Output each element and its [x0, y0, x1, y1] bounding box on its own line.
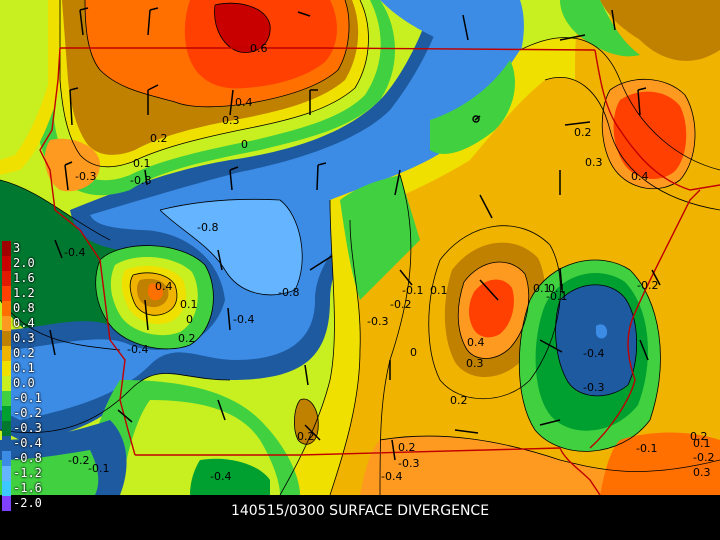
contour-label: -0.2 — [68, 454, 89, 467]
legend-entry: -1.6 — [2, 481, 62, 496]
legend-entry: 3 — [2, 241, 62, 256]
contour-label: 0.2 — [178, 332, 196, 345]
divergence-shading — [0, 0, 720, 495]
legend-label: 1.6 — [13, 271, 35, 285]
legend-entry: 0.3 — [2, 331, 62, 346]
contour-label: 0.3 — [466, 357, 484, 370]
legend-entry: -1.2 — [2, 466, 62, 481]
legend-swatch — [2, 451, 11, 466]
legend-entry: 0.4 — [2, 316, 62, 331]
contour-label: -0.4 — [381, 470, 402, 483]
legend-swatch — [2, 241, 11, 256]
legend-entry: -0.8 — [2, 451, 62, 466]
legend-swatch — [2, 271, 11, 286]
contour-label: 0.3 — [222, 114, 240, 127]
contour-label: -0.4 — [233, 313, 254, 326]
legend-label: 1.2 — [13, 286, 35, 300]
contour-label: -0.3 — [367, 315, 388, 328]
contour-label: -0.8 — [130, 174, 151, 187]
legend-swatch — [2, 376, 11, 391]
legend-swatch — [2, 316, 11, 331]
legend-label: 0.8 — [13, 301, 35, 315]
contour-label: -0.4 — [127, 343, 148, 356]
legend-label: -0.8 — [13, 451, 42, 465]
contour-label: -0.3 — [398, 457, 419, 470]
color-legend: 3 2.0 1.6 1.2 0.8 0.4 0.3 0.2 0.1 0.0 -0.1 -0.2 -0.3… — [2, 241, 62, 511]
contour-label: 0.1 — [430, 284, 448, 297]
legend-label: -0.4 — [13, 436, 42, 450]
contour-label: -0.4 — [583, 347, 604, 360]
contour-label: 0.3 — [585, 156, 603, 169]
contour-label: -0.1 — [88, 462, 109, 475]
legend-entry: 2.0 — [2, 256, 62, 271]
contour-label: 0.4 — [631, 170, 649, 183]
legend-swatch — [2, 421, 11, 436]
legend-swatch — [2, 301, 11, 316]
legend-entry: 0.0 — [2, 376, 62, 391]
legend-label: 0.4 — [13, 316, 35, 330]
legend-entry: -0.4 — [2, 436, 62, 451]
contour-label: -0.1 — [546, 290, 567, 303]
contour-label: -0.2 — [637, 279, 658, 292]
legend-entry: -0.3 — [2, 421, 62, 436]
contour-label: -0.3 — [75, 170, 96, 183]
legend-entry: 1.6 — [2, 271, 62, 286]
legend-label: 0.3 — [13, 331, 35, 345]
legend-swatch — [2, 346, 11, 361]
contour-label: 0.2 — [450, 394, 468, 407]
map-caption: 140515/0300 SURFACE DIVERGENCE — [230, 503, 490, 519]
contour-label: 0.6 — [250, 42, 268, 55]
contour-label: 0.1 — [133, 157, 151, 170]
contour-label: -0.2 — [390, 298, 411, 311]
contour-label: 0 — [241, 138, 248, 151]
contour-label: 0 — [186, 313, 193, 326]
legend-label: 0.2 — [13, 346, 35, 360]
legend-entry: -0.2 — [2, 406, 62, 421]
contour-label: 0.2 — [690, 430, 708, 443]
contour-label: 0.4 — [467, 336, 485, 349]
legend-swatch — [2, 256, 11, 271]
contour-label: -0.2 — [693, 451, 714, 464]
contour-label: 0.1 — [180, 298, 198, 311]
legend-swatch — [2, 406, 11, 421]
contour-label: 0.2 — [574, 126, 592, 139]
contour-label: -0.1 — [402, 284, 423, 297]
legend-label: -1.6 — [13, 481, 42, 495]
legend-label: -0.2 — [13, 406, 42, 420]
contour-label: -0.3 — [583, 381, 604, 394]
legend-label: -0.3 — [13, 421, 42, 435]
legend-label: 2.0 — [13, 256, 35, 270]
legend-label: -1.2 — [13, 466, 42, 480]
contour-label: -0.8 — [197, 221, 218, 234]
contour-label: -0.4 — [64, 246, 85, 259]
contour-label: -0.4 — [210, 470, 231, 483]
legend-swatch — [2, 361, 11, 376]
legend-label: 3 — [13, 241, 21, 255]
contour-label: 0.2 — [150, 132, 168, 145]
contour-label: -0.1 — [636, 442, 657, 455]
legend-swatch — [2, 466, 11, 481]
legend-entry: 1.2 — [2, 286, 62, 301]
legend-label: 0.0 — [13, 376, 35, 390]
legend-label: 0.1 — [13, 361, 35, 375]
legend-swatch — [2, 391, 11, 406]
contour-label: 0.3 — [693, 466, 711, 479]
contour-label: 0 — [410, 346, 417, 359]
legend-entry: 0.2 — [2, 346, 62, 361]
legend-swatch — [2, 436, 11, 451]
contour-label: 0.4 — [235, 96, 253, 109]
contour-label: 0.2 — [297, 430, 315, 443]
legend-entry: 0.1 — [2, 361, 62, 376]
contour-label: -0.8 — [278, 286, 299, 299]
contour-label: 0.4 — [155, 280, 173, 293]
contour-label: 0.2 — [398, 441, 416, 454]
legend-entry: 0.8 — [2, 301, 62, 316]
legend-swatch — [2, 481, 11, 496]
legend-label: -0.1 — [13, 391, 42, 405]
legend-swatch — [2, 331, 11, 346]
legend-entry: -0.1 — [2, 391, 62, 406]
legend-swatch — [2, 286, 11, 301]
divergence-map: 0.6 0.4 0.3 0.2 0 -0.3 0.1 -0.8 -0.8 -0.… — [0, 0, 720, 495]
